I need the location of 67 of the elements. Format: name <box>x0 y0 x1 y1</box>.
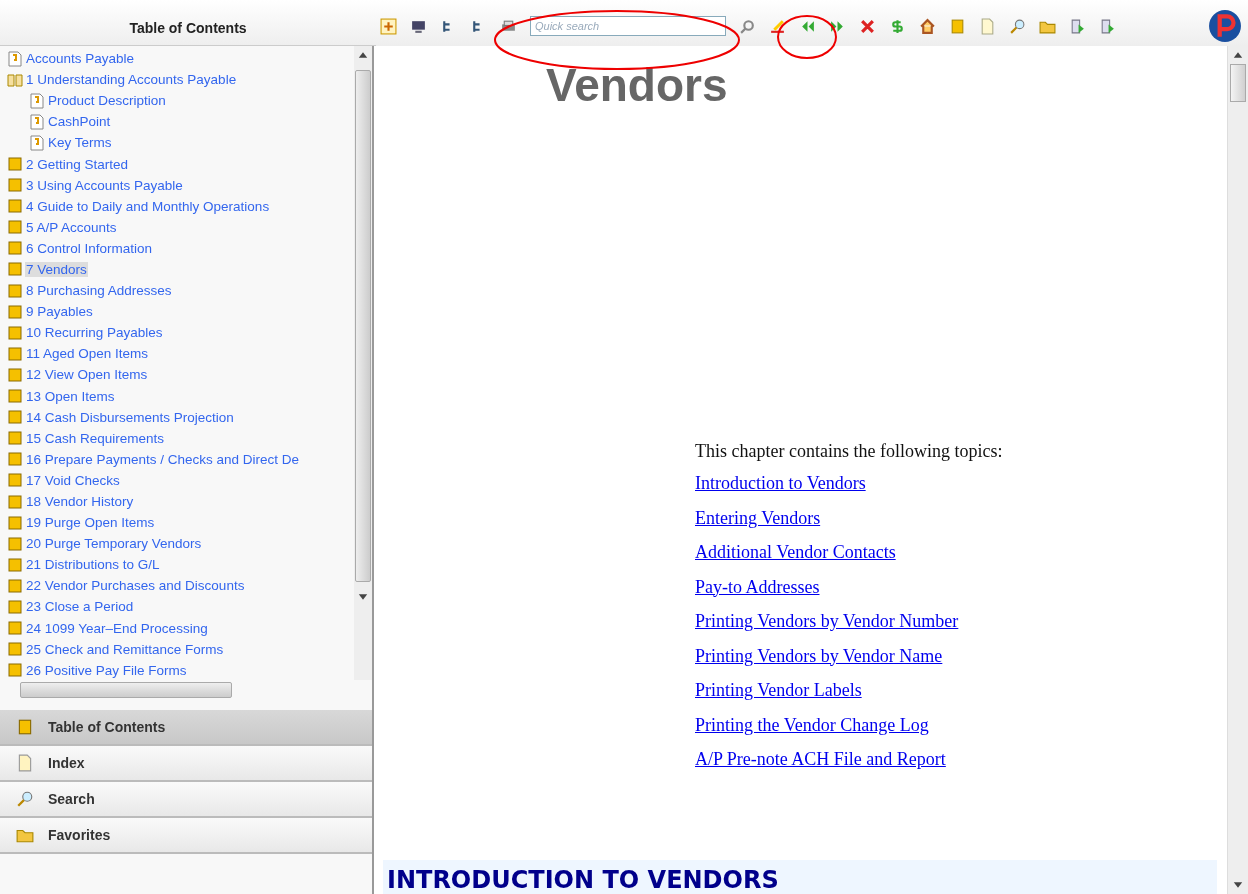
toc-item[interactable]: 18 Vendor History <box>25 494 135 509</box>
book-icon <box>16 718 34 736</box>
topic-link[interactable]: Pay-to Addresses <box>695 573 820 608</box>
toc-item[interactable]: 10 Recurring Payables <box>25 325 164 341</box>
toc-item[interactable]: 6 Control Information <box>25 240 154 256</box>
toc-item[interactable]: 12 View Open Items <box>25 367 149 383</box>
toc-item[interactable]: 8 Purchasing Addresses <box>25 283 173 299</box>
page-icon <box>16 754 34 772</box>
toc-item[interactable]: 4 Guide to Daily and Monthly Operations <box>25 198 271 214</box>
section-heading: INTRODUCTION TO VENDORS <box>386 866 779 894</box>
toc-item[interactable]: CashPoint <box>47 114 112 130</box>
page-icon[interactable] <box>979 17 996 35</box>
scrollbar-thumb[interactable] <box>20 682 232 698</box>
highlight-ellipse <box>776 14 838 60</box>
scrollbar[interactable] <box>1227 46 1248 894</box>
highlight-icon[interactable] <box>769 17 786 35</box>
topic-link[interactable]: Printing Vendors by Vendor Number <box>695 608 959 643</box>
quick-search-field[interactable]: Quick search <box>530 16 726 36</box>
panel-title: Table of Contents <box>129 20 247 36</box>
page-icon <box>29 134 45 151</box>
page-icon <box>29 113 45 130</box>
intro-text: This chapter contains the following topics: <box>695 441 1003 462</box>
toc-item[interactable]: 20 Purge Temporary Vendors <box>25 536 203 552</box>
scrollbar[interactable] <box>354 46 372 680</box>
toc-item[interactable]: 22 Vendor Purchases and Discounts <box>25 578 246 594</box>
toc-item[interactable]: 26 Positive Pay File Forms <box>25 662 188 678</box>
toc-item[interactable]: 16 Prepare Payments / Checks and Direct De <box>25 451 301 467</box>
topic-link[interactable]: Entering Vendors <box>695 504 821 539</box>
page-title: Vendors <box>545 58 728 110</box>
toc-item[interactable]: 23 Close a Period <box>25 599 135 615</box>
toc-item[interactable]: 17 Void Checks <box>25 472 121 488</box>
dollar-icon[interactable] <box>889 17 906 35</box>
search-icon[interactable] <box>1009 17 1026 35</box>
scrollbar-thumb[interactable] <box>355 70 371 582</box>
page-icon <box>7 50 23 67</box>
close-icon[interactable] <box>859 17 876 35</box>
search-icon <box>16 790 34 808</box>
toc-item[interactable]: 13 Open Items <box>25 388 116 404</box>
toc-item[interactable]: 9 Payables <box>25 304 94 320</box>
topic-link[interactable]: A/P Pre-note ACH File and Report <box>695 746 946 781</box>
scrollbar-thumb[interactable] <box>1230 64 1246 102</box>
topic-link[interactable]: Introduction to Vendors <box>695 470 866 505</box>
clear-search-icon[interactable] <box>739 17 756 35</box>
logo-icon <box>1208 9 1242 43</box>
topic-link[interactable]: Printing Vendor Labels <box>695 677 862 712</box>
toc-item[interactable]: 11 Aged Open Items <box>25 346 150 362</box>
topic-link[interactable]: Printing the Vendor Change Log <box>695 711 929 746</box>
toc-item[interactable]: 2 Getting Started <box>25 156 130 172</box>
topic-link[interactable]: Additional Vendor Contacts <box>695 539 896 574</box>
toc-item[interactable]: 21 Distributions to G/L <box>25 557 161 573</box>
toc-item[interactable]: 25 Check and Remittance Forms <box>25 641 225 657</box>
toc-item[interactable]: Key Terms <box>47 135 113 151</box>
toc-item[interactable]: Product Description <box>47 93 167 109</box>
toc-item[interactable]: 24 1099 Year–End Processing <box>25 620 209 636</box>
toc-item[interactable]: 1 Understanding Accounts Payable <box>25 72 238 88</box>
nav-tab[interactable]: Table of Contents <box>0 710 372 746</box>
toc-item[interactable]: Accounts Payable <box>25 51 136 67</box>
topic-link[interactable]: Printing Vendors by Vendor Name <box>695 642 943 677</box>
page-icon <box>29 92 45 109</box>
toc-item[interactable]: 14 Cash Disbursements Projection <box>25 409 235 425</box>
toc-item[interactable]: 19 Purge Open Items <box>25 515 156 531</box>
toc-item[interactable]: 3 Using Accounts Payable <box>25 177 184 193</box>
toc-item[interactable]: 7 Vendors <box>25 262 88 277</box>
book-icon[interactable] <box>949 17 966 35</box>
toc-item[interactable]: 5 A/P Accounts <box>25 219 118 235</box>
home-icon[interactable] <box>919 17 936 35</box>
toc-item[interactable]: 15 Cash Requirements <box>25 430 166 446</box>
